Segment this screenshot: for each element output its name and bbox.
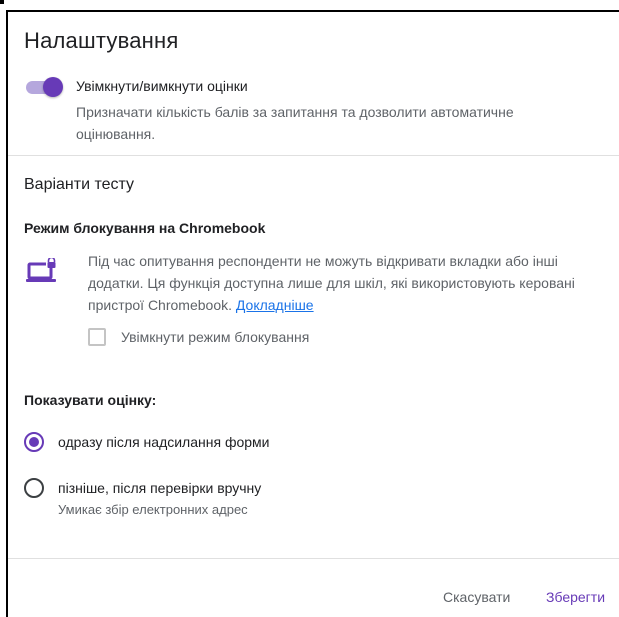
lockdown-description: Під час опитування респонденти не можуть…	[88, 250, 598, 316]
dialog-title: Налаштування	[24, 28, 179, 53]
learn-more-link[interactable]: Докладніше	[236, 297, 314, 313]
divider	[8, 155, 619, 156]
quiz-options-title: Варіанти тесту	[24, 176, 135, 193]
radio-later[interactable]	[24, 478, 44, 498]
lockdown-heading: Режим блокування на Chromebook	[24, 220, 266, 236]
settings-dialog: Налаштування Увімкнути/вимкнути оцінки П…	[6, 10, 619, 617]
radio-later-label: пізніше, після перевірки вручну	[58, 480, 262, 496]
toggle-thumb	[43, 77, 63, 97]
lockdown-checkbox[interactable]	[88, 328, 106, 346]
cancel-button[interactable]: Скасувати	[443, 589, 510, 605]
laptop-lock-icon	[26, 258, 57, 282]
grading-toggle[interactable]	[24, 76, 64, 98]
corner-mark	[0, 0, 4, 4]
release-grade-heading: Показувати оцінку:	[24, 392, 157, 408]
radio-immediately[interactable]	[24, 432, 44, 452]
radio-later-sublabel: Умикає збір електронних адрес	[58, 502, 248, 517]
lockdown-checkbox-label: Увімкнути режим блокування	[121, 329, 310, 345]
radio-immediately-label: одразу після надсилання форми	[58, 434, 270, 450]
save-button[interactable]: Зберегти	[546, 589, 605, 605]
grading-toggle-description: Призначати кількість балів за запитання …	[76, 104, 514, 142]
divider	[8, 558, 619, 559]
lockdown-description-text: Під час опитування респонденти не можуть…	[88, 253, 575, 313]
grading-toggle-label: Увімкнути/вимкнути оцінки	[76, 78, 248, 94]
